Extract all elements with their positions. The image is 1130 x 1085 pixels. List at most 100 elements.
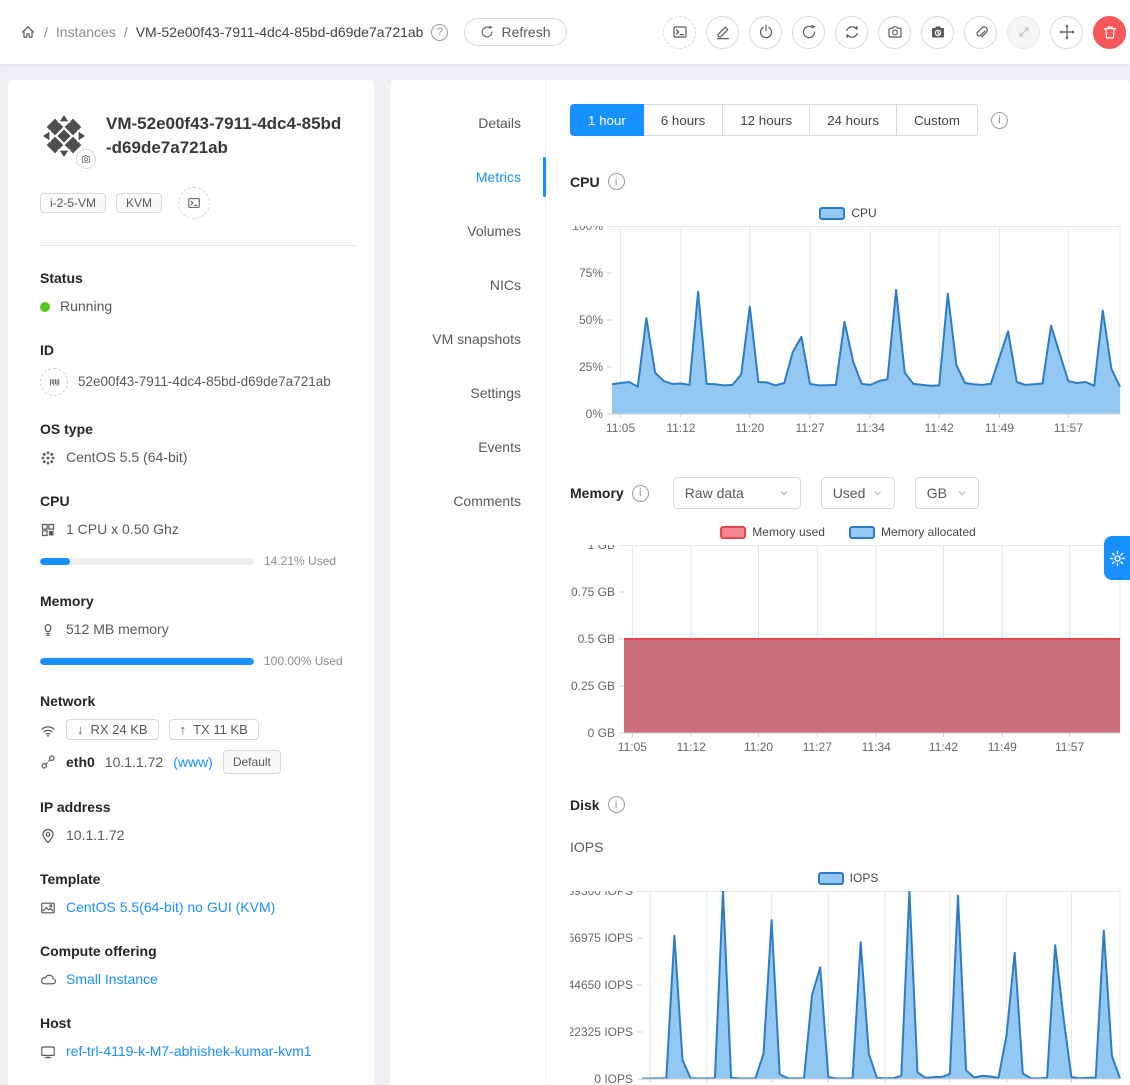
iops-legend: IOPS: [570, 871, 1126, 885]
range-custom[interactable]: Custom: [897, 104, 978, 136]
barcode-icon: [40, 368, 68, 396]
svg-text:0.5 GB: 0.5 GB: [578, 632, 615, 646]
legend-item[interactable]: CPU: [819, 206, 876, 220]
host-link[interactable]: ref-trl-4119-k-M7-abhishek-kumar-kvm1: [66, 1041, 312, 1062]
ip-value: 10.1.1.72: [66, 825, 124, 846]
range-12-hours[interactable]: 12 hours: [723, 104, 810, 136]
memory-used-label: 100.00% Used: [264, 654, 358, 668]
destroy-button[interactable]: [1093, 16, 1126, 49]
svg-text:11:57: 11:57: [1055, 740, 1084, 754]
edit-button[interactable]: [706, 16, 739, 49]
memory-data-select[interactable]: Raw data: [673, 477, 801, 509]
breadcrumb: / Instances / VM-52e00f43-7911-4dc4-85bd…: [20, 18, 567, 46]
section-ip: IP address 10.1.1.72: [40, 799, 358, 846]
recurring-snapshot-button[interactable]: [921, 16, 954, 49]
migrate-button[interactable]: [1050, 16, 1083, 49]
section-label: Host: [40, 1015, 358, 1031]
memory-usage-bar: 100.00% Used: [40, 654, 358, 668]
memory-legend: Memory used Memory allocated: [570, 525, 1126, 539]
memory-usage-fill: [40, 658, 254, 665]
camera-icon: [81, 154, 91, 164]
section-memory: Memory 512 MB memory 100.00% Used: [40, 593, 358, 668]
snapshot-button[interactable]: [878, 16, 911, 49]
cpu-value: 1 CPU x 0.50 Ghz: [66, 519, 179, 540]
breadcrumb-current: VM-52e00f43-7911-4dc4-85bd-d69de7a721ab: [136, 24, 424, 40]
svg-text:0 IOPS: 0 IOPS: [594, 1072, 633, 1085]
info-icon[interactable]: i: [608, 796, 625, 813]
os-logo: [40, 112, 88, 163]
tab-comments[interactable]: Comments: [390, 474, 545, 528]
svg-text:11:27: 11:27: [803, 740, 832, 754]
detail-tabs: Details Metrics Volumes NICs VM snapshot…: [390, 80, 546, 1085]
nic-network-link[interactable]: (www): [173, 752, 213, 773]
section-label: Status: [40, 270, 358, 286]
svg-text:0.75 GB: 0.75 GB: [571, 585, 615, 599]
vm-tag[interactable]: i-2-5-VM: [40, 193, 106, 213]
arrow-up-icon: ↑: [180, 722, 187, 737]
rx-button[interactable]: ↓ RX 24 KB: [66, 719, 159, 740]
tab-details[interactable]: Details: [390, 96, 545, 150]
divider: [40, 245, 358, 246]
settings-drawer-button[interactable]: [1104, 536, 1130, 580]
cpu-used-label: 14.21% Used: [264, 554, 358, 568]
legend-item[interactable]: Memory used: [720, 525, 825, 539]
legend-swatch: [819, 207, 845, 220]
time-range-group: 1 hour 6 hours 12 hours 24 hours Custom: [570, 104, 978, 136]
range-24-hours[interactable]: 24 hours: [810, 104, 897, 136]
legend-swatch: [818, 872, 844, 885]
help-icon[interactable]: ?: [431, 24, 448, 41]
memory-chart[interactable]: 1 GB0.75 GB0.5 GB0.25 GB0 GB11:0511:1211…: [570, 545, 1126, 759]
section-label: Template: [40, 871, 358, 887]
cpu-legend: CPU: [570, 206, 1126, 220]
reboot-button[interactable]: [792, 16, 825, 49]
breadcrumb-separator: /: [44, 24, 48, 40]
range-1-hour[interactable]: 1 hour: [570, 104, 644, 136]
svg-text:0.25 GB: 0.25 GB: [571, 679, 615, 693]
tab-nics[interactable]: NICs: [390, 258, 545, 312]
info-icon[interactable]: i: [632, 485, 649, 502]
section-label: Compute offering: [40, 943, 358, 959]
memory-metric-select[interactable]: Used: [821, 477, 895, 509]
breadcrumb-instances[interactable]: Instances: [56, 24, 116, 40]
tab-events[interactable]: Events: [390, 420, 545, 474]
tab-metrics[interactable]: Metrics: [390, 150, 545, 204]
reinstall-button[interactable]: [835, 16, 868, 49]
tab-settings[interactable]: Settings: [390, 366, 545, 420]
open-console-button[interactable]: [178, 187, 210, 219]
tab-vm-snapshots[interactable]: VM snapshots: [390, 312, 545, 366]
svg-text:0%: 0%: [586, 407, 604, 421]
svg-text:11:34: 11:34: [856, 421, 885, 435]
memory-unit-select[interactable]: GB: [915, 477, 979, 509]
home-icon[interactable]: [20, 24, 36, 40]
svg-text:11:12: 11:12: [666, 421, 695, 435]
legend-swatch: [849, 526, 875, 539]
tx-button[interactable]: ↑ TX 11 KB: [169, 719, 259, 740]
tab-volumes[interactable]: Volumes: [390, 204, 545, 258]
vm-header: VM-52e00f43-7911-4dc4-85bd-d69de7a721ab: [40, 112, 358, 163]
section-host: Host ref-trl-4119-k-M7-abhishek-kumar-kv…: [40, 1015, 358, 1062]
refresh-button[interactable]: Refresh: [464, 18, 566, 46]
cpu-chart[interactable]: 100%75%50%25%0%11:0511:1211:2011:2711:34…: [570, 226, 1126, 440]
power-off-button[interactable]: [749, 16, 782, 49]
attach-iso-button[interactable]: [964, 16, 997, 49]
scale-button: [1007, 16, 1040, 49]
section-offering: Compute offering Small Instance: [40, 943, 358, 990]
change-icon-badge[interactable]: [76, 149, 96, 169]
svg-text:11:27: 11:27: [795, 421, 824, 435]
cpu-chart-block: CPU i CPU 100%75%50%25%0%11:0511:1211:20…: [570, 173, 1126, 440]
svg-text:22325 IOPS: 22325 IOPS: [570, 1025, 633, 1039]
legend-item[interactable]: IOPS: [818, 871, 879, 885]
template-link[interactable]: CentOS 5.5(64-bit) no GUI (KVM): [66, 897, 275, 918]
info-icon[interactable]: i: [608, 173, 625, 190]
iops-chart[interactable]: 89300 IOPS66975 IOPS44650 IOPS22325 IOPS…: [570, 891, 1126, 1085]
vm-tag[interactable]: KVM: [116, 193, 162, 213]
legend-item[interactable]: Memory allocated: [849, 525, 976, 539]
info-icon[interactable]: i: [991, 112, 1008, 129]
svg-text:11:49: 11:49: [988, 740, 1017, 754]
svg-text:44650 IOPS: 44650 IOPS: [570, 978, 633, 992]
range-6-hours[interactable]: 6 hours: [644, 104, 723, 136]
disk-section-title: Disk: [570, 797, 600, 813]
offering-link[interactable]: Small Instance: [66, 969, 158, 990]
console-button[interactable]: [663, 16, 696, 49]
svg-text:0 GB: 0 GB: [588, 726, 615, 740]
